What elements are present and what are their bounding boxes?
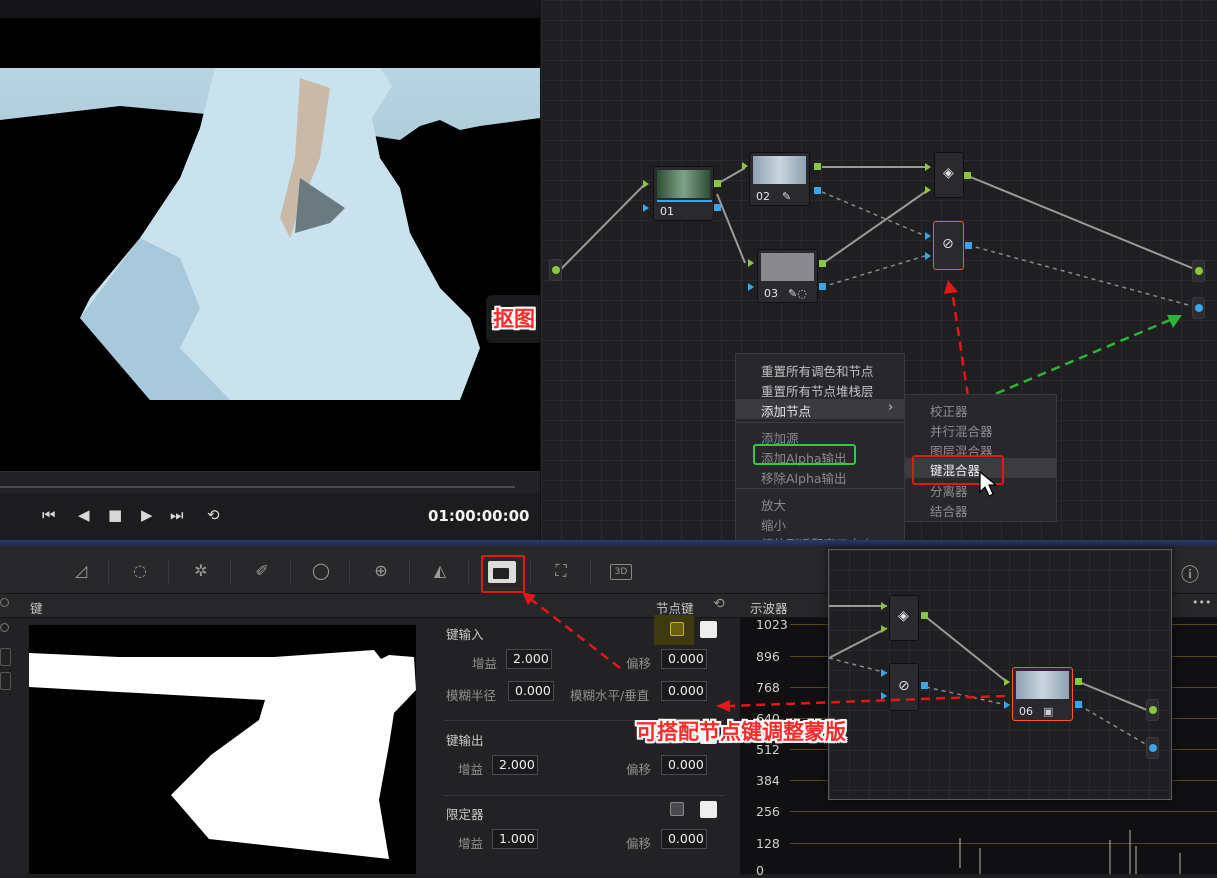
annotation-node-key: 可搭配节点键调整蒙版 (636, 720, 846, 744)
annotation-arrows (522, 592, 1006, 712)
